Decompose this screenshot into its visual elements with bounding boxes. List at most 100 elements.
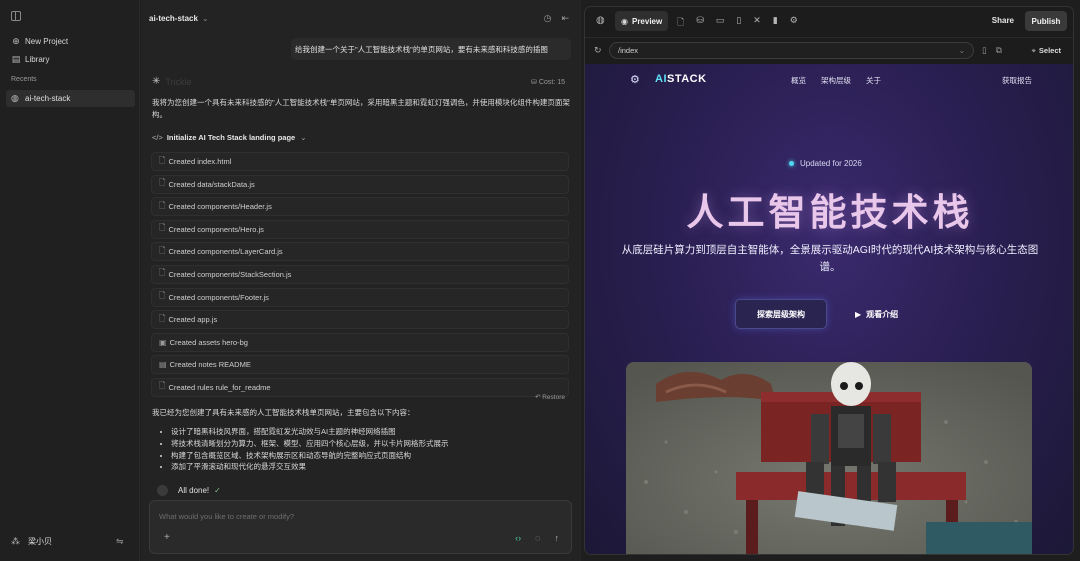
analytics-icon[interactable]: ▮ <box>773 15 778 31</box>
prompt-composer[interactable]: What would you like to create or modify?… <box>149 500 572 554</box>
tools-icon[interactable]: ✕ <box>753 15 761 31</box>
get-report-link[interactable]: 获取报告 <box>1002 75 1032 86</box>
code-file-icon[interactable]: 🗋 <box>677 15 684 31</box>
book-icon[interactable]: ▯ <box>736 15 741 31</box>
mobile-view-icon[interactable]: ▯ <box>982 45 987 56</box>
nav-link-overview[interactable]: 概览 <box>791 75 806 86</box>
trickle-logo-icon: ✳ <box>152 76 161 87</box>
file-label: Created rules rule_for_readme <box>168 382 271 392</box>
file-label: Created components/Footer.js <box>168 292 269 302</box>
preview-panel: ◍ ◉ Preview 🗋 ⛁ ▭ ▯ ✕ ▮ ⚙ Share Publish … <box>584 6 1074 555</box>
file-icon: 🗋 <box>159 245 166 255</box>
file-row[interactable]: ▣ Created assets hero-bg <box>151 332 569 352</box>
file-label: Created assets hero-bg <box>169 337 248 347</box>
badge-label: Updated for 2026 <box>800 159 862 168</box>
collapse-panel-icon[interactable]: ⇤ <box>561 13 569 24</box>
list-item: 构建了包含概览区域、技术架构展示区和动态导航的完整响应式页面结构 <box>171 450 563 462</box>
website-preview: ⚙ AISTACK 概览 架构层级 关于 获取报告 Updated for 20… <box>585 64 1073 554</box>
summary-bullets: 设计了暗黑科技风界面，搭配霓虹发光动效与AI主题的神经网络插图 将技术栈清晰划分… <box>163 426 563 473</box>
cursor-select-icon: ⌖ <box>1031 46 1036 55</box>
done-status: All done! ✓ <box>157 485 221 496</box>
recents-heading: Recents <box>11 76 37 83</box>
user-name: 梁小贝 <box>28 537 52 546</box>
init-task-toggle[interactable]: </> Initialize AI Tech Stack landing pag… <box>152 133 307 142</box>
share-button[interactable]: Share <box>992 16 1014 25</box>
file-row[interactable]: 🗋 Created data/stackData.js <box>151 174 569 194</box>
user-message: 给我创建一个关于"人工智能技术栈"的单页网站，要有未来感和科技感的插图 <box>291 38 571 60</box>
done-label: All done! <box>178 486 210 495</box>
library-label: Library <box>25 54 50 64</box>
user-profile[interactable]: ⁂ 梁小贝 <box>11 536 52 547</box>
url-input[interactable]: /index ⌄ <box>609 42 974 59</box>
select-element-button[interactable]: ⌖ Select <box>1032 46 1061 56</box>
created-files-list: 🗋 Created index.html 🗋 Created data/stackD… <box>151 152 569 401</box>
brand-stack: STACK <box>667 73 707 85</box>
file-row[interactable]: 🗋 Created app.js <box>151 310 569 330</box>
brand-ai: AI <box>655 73 667 85</box>
palette-icon[interactable]: ◍ <box>596 15 605 26</box>
site-brand-logo[interactable]: AISTACK <box>655 73 707 85</box>
file-row[interactable]: 🗋 Created components/Hero.js <box>151 219 569 239</box>
project-title[interactable]: ai-tech-stack ⌄ <box>149 14 209 23</box>
file-row[interactable]: ▤ Created notes README <box>151 355 569 375</box>
file-label: Created components/LayerCard.js <box>168 247 283 257</box>
file-label: Created components/Header.js <box>168 202 272 212</box>
coin-icon: ⛁ <box>531 79 539 86</box>
file-row[interactable]: 🗋 Created components/LayerCard.js <box>151 242 569 262</box>
nav-link-about[interactable]: 关于 <box>866 75 881 86</box>
plus-icon[interactable]: + <box>164 532 170 543</box>
restore-label: Restore <box>542 394 565 401</box>
tab-preview-label: Preview <box>631 16 663 26</box>
send-arrow-icon[interactable]: ↑ <box>555 533 560 543</box>
open-external-icon[interactable]: ⧉ <box>996 45 1002 56</box>
file-row[interactable]: 🗋 Created components/Footer.js <box>151 287 569 307</box>
list-item: 将技术栈清晰划分为算力、框架、模型、应用四个核心层级，并以卡片网格形式展示 <box>171 438 563 450</box>
file-label: Created data/stackData.js <box>168 179 255 189</box>
new-project-button[interactable]: ⊕ New Project <box>6 33 134 49</box>
chat-toolbar: ◷ ⇤ <box>544 13 569 24</box>
folder-icon[interactable]: ▭ <box>716 15 725 31</box>
file-row[interactable]: 🗋 Created index.html <box>151 152 569 171</box>
explore-architecture-button[interactable]: 探索层级架构 <box>735 299 827 329</box>
file-icon: 🗋 <box>159 223 166 233</box>
restore-button[interactable]: ↶ Restore <box>535 393 565 401</box>
file-label: Created index.html <box>168 157 232 166</box>
chevron-down-icon: ⌄ <box>201 14 209 23</box>
rules-icon: 🗋 <box>159 381 166 391</box>
project-title-label: ai-tech-stack <box>149 14 198 23</box>
nav-link-architecture[interactable]: 架构层级 <box>821 75 851 86</box>
sidebar-toggle-icon[interactable] <box>11 11 21 21</box>
library-icon: ▤ <box>11 53 21 64</box>
history-icon[interactable]: ◷ <box>544 13 552 24</box>
gear-icon[interactable]: ⚙ <box>790 15 798 31</box>
publish-button[interactable]: Publish <box>1025 11 1067 31</box>
refresh-icon[interactable]: ↻ <box>594 45 602 56</box>
recent-project-item[interactable]: ◍ ai-tech-stack <box>6 90 135 107</box>
settings-icon[interactable]: ⇋ <box>116 536 124 547</box>
list-item: 设计了暗黑科技风界面，搭配霓虹发光动效与AI主题的神经网络插图 <box>171 426 563 438</box>
address-actions: ▯ ⧉ <box>982 45 1002 56</box>
file-row[interactable]: 🗋 Created components/StackSection.js <box>151 264 569 284</box>
database-icon[interactable]: ⛁ <box>696 15 704 31</box>
cost-label: ⛁ Cost: 15 <box>531 78 565 86</box>
status-dot-icon <box>789 161 794 166</box>
watch-intro-label: 观看介绍 <box>866 309 899 319</box>
watch-intro-button[interactable]: ▶ 观看介绍 <box>855 304 898 324</box>
summary-text: 我已经为您创建了具有未来感的人工智能技术栈单页网站，主要包含以下内容： <box>152 408 415 417</box>
file-label: Created app.js <box>168 315 218 325</box>
hero-subtitle: 从底层硅片算力到顶层自主智能体，全景展示驱动AGI时代的现代AI技术架构与核心生… <box>621 244 1039 273</box>
library-button[interactable]: ▤ Library <box>6 51 134 67</box>
file-row[interactable]: 🗋 Created components/Header.js <box>151 197 569 217</box>
hero-robot-image <box>626 362 1032 554</box>
code-icon: </> <box>152 133 163 142</box>
tab-preview[interactable]: ◉ Preview <box>615 11 669 31</box>
address-bar-row: ↻ /index ⌄ ▯ ⧉ ⌖ Select <box>585 37 1073 63</box>
chat-bubble-icon[interactable]: ◌ <box>535 533 540 543</box>
prompt-input[interactable]: What would you like to create or modify? <box>159 512 294 521</box>
cost-value: Cost: 15 <box>538 79 565 86</box>
new-project-label: New Project <box>25 36 69 46</box>
file-row[interactable]: 🗋 Created rules rule_for_readme <box>151 377 569 397</box>
chevron-down-icon: ⌄ <box>958 46 965 55</box>
code-mode-icon[interactable]: ‹› <box>515 533 521 543</box>
eye-icon: ◉ <box>621 16 628 26</box>
